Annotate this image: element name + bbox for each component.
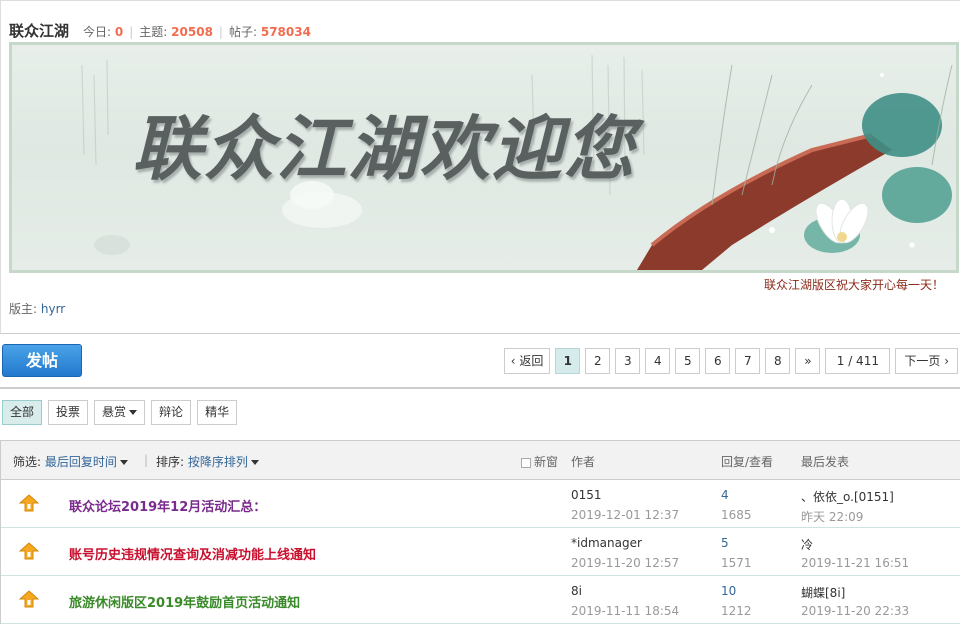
topics-value: 20508 — [171, 25, 213, 39]
page-input-value: 1 — [836, 354, 845, 368]
banner-welcome-text: 联众江湖欢迎您 — [132, 107, 636, 190]
last-post-time[interactable]: 2019-11-20 22:33 — [801, 604, 909, 618]
view-count: 1685 — [721, 508, 752, 522]
moderator-label: 版主: — [9, 302, 38, 316]
replies-column-header: 回复/查看 — [721, 455, 774, 469]
last-poster[interactable]: 蝴蝶[8i] — [801, 584, 845, 601]
table-header: 筛选: 最后回复时间 | 排序: 按降序排列 新窗 作者 回复/查看 最后发表 — [1, 440, 960, 480]
sort-label: 排序: — [156, 455, 185, 469]
page-4[interactable]: 4 — [645, 348, 671, 374]
today-label: 今日: — [83, 25, 112, 39]
page-2[interactable]: 2 — [585, 348, 611, 374]
posts-label: 帖子: — [228, 25, 258, 39]
new-post-button[interactable]: 发帖 — [2, 344, 82, 377]
announcement-icon — [18, 542, 40, 563]
topics-label: 主题: — [139, 25, 168, 39]
new-window-toggle[interactable]: 新窗 — [521, 453, 558, 470]
author-column-header: 作者 — [571, 455, 596, 469]
today-stat: 今日: 0 — [83, 23, 123, 40]
thread-created-date: 2019-11-20 12:57 — [571, 556, 680, 570]
view-count: 1571 — [721, 556, 752, 570]
page-total: / 411 — [848, 354, 879, 368]
reply-count[interactable]: 10 — [721, 584, 736, 598]
table-row: 旅游休闲版区2019年鼓励首页活动通知 8i 2019-11-11 18:54 … — [1, 576, 960, 624]
tab-all[interactable]: 全部 — [2, 400, 43, 425]
pagination: ‹ 返回 1 2 3 4 5 6 7 8 » 1 / 411 下一页 › — [503, 348, 958, 374]
header-separator: | — [144, 453, 149, 467]
reply-count[interactable]: 5 — [721, 536, 729, 550]
new-window-label: 新窗 — [534, 455, 559, 469]
topics-stat: 主题: 20508 — [139, 23, 213, 40]
forum-greeting: 联众江湖版区祝大家开心每一天！ — [763, 278, 944, 292]
forum-title: 联众江湖 — [9, 22, 70, 40]
page-5[interactable]: 5 — [675, 348, 701, 374]
divider — [0, 387, 960, 389]
last-poster[interactable]: 、依依_o.[0151] — [801, 488, 894, 505]
page-8[interactable]: 8 — [765, 348, 791, 374]
next-page-label: 下一页 — [904, 354, 941, 368]
thread-type-tabs: 全部 投票 悬赏 辩论 精华 — [2, 400, 238, 425]
last-post-time[interactable]: 昨天 22:09 — [801, 508, 863, 525]
sort-value[interactable]: 按降序排列 — [188, 455, 248, 469]
next-page-button[interactable]: 下一页 › — [895, 348, 958, 374]
posts-value: 578034 — [260, 25, 311, 39]
thread-title-link[interactable]: 联众论坛2019年12月活动汇总： — [69, 496, 266, 515]
last-poster[interactable]: 冷 — [801, 536, 813, 553]
tab-debate[interactable]: 辩论 — [151, 400, 192, 425]
reply-count[interactable]: 4 — [721, 488, 729, 502]
forum-banner: 联众江湖欢迎您 — [9, 42, 959, 273]
tab-digest[interactable]: 精华 — [197, 400, 238, 425]
caret-down-icon — [250, 460, 259, 465]
page-7[interactable]: 7 — [735, 348, 761, 374]
thread-title-link[interactable]: 账号历史违规情况查询及消减功能上线通知 — [69, 544, 316, 563]
thread-title-link[interactable]: 旅游休闲版区2019年鼓励首页活动通知 — [69, 592, 300, 611]
thread-created-date: 2019-11-11 18:54 — [571, 604, 680, 618]
posts-stat: 帖子: 578034 — [229, 23, 311, 40]
caret-down-icon — [129, 410, 138, 415]
table-row: 账号历史违规情况查询及消减功能上线通知 *idmanager 2019-11-2… — [1, 528, 960, 576]
next-pages-button[interactable]: » — [795, 348, 821, 374]
checkbox[interactable] — [521, 457, 531, 468]
filter-control[interactable]: 筛选: 最后回复时间 — [13, 453, 128, 470]
stat-separator: | — [218, 25, 223, 39]
forum-info: 联众江湖 今日: 0 | 主题: 20508 | 帖子: 578034 — [9, 20, 311, 41]
stat-separator: | — [129, 25, 134, 39]
today-value: 0 — [114, 25, 124, 39]
back-label: 返回 — [519, 354, 544, 368]
thread-author[interactable]: 0151 — [571, 488, 602, 502]
caret-down-icon — [119, 460, 128, 465]
sort-control[interactable]: 排序: 按降序排列 — [156, 453, 259, 470]
tab-reward[interactable]: 悬赏 — [94, 400, 146, 425]
thread-table: 筛选: 最后回复时间 | 排序: 按降序排列 新窗 作者 回复/查看 最后发表 … — [0, 440, 960, 624]
last-post-column-header: 最后发表 — [801, 455, 850, 469]
filter-label: 筛选: — [13, 455, 42, 469]
last-post-time[interactable]: 2019-11-21 16:51 — [801, 556, 909, 570]
announcement-icon — [18, 590, 40, 611]
announcement-icon — [18, 494, 40, 515]
view-count: 1212 — [721, 604, 752, 618]
filter-value[interactable]: 最后回复时间 — [45, 455, 117, 469]
tab-poll[interactable]: 投票 — [48, 400, 89, 425]
back-button[interactable]: ‹ 返回 — [503, 348, 551, 374]
page-3[interactable]: 3 — [615, 348, 641, 374]
chevron-right-icon: › — [940, 354, 949, 368]
thread-created-date: 2019-12-01 12:37 — [571, 508, 680, 522]
moderator-link[interactable]: hyrr — [41, 302, 65, 316]
thread-author[interactable]: *idmanager — [571, 536, 642, 550]
moderator-line: 版主: hyrr — [9, 300, 65, 317]
tab-reward-label: 悬赏 — [102, 405, 127, 419]
forum-header: 联众江湖 今日: 0 | 主题: 20508 | 帖子: 578034 联众江湖… — [0, 0, 960, 334]
page-1[interactable]: 1 — [555, 348, 581, 374]
thread-author[interactable]: 8i — [571, 584, 582, 598]
table-row: 联众论坛2019年12月活动汇总： 0151 2019-12-01 12:37 … — [1, 480, 960, 528]
page-jump-input[interactable]: 1 / 411 — [825, 348, 891, 374]
page-6[interactable]: 6 — [705, 348, 731, 374]
